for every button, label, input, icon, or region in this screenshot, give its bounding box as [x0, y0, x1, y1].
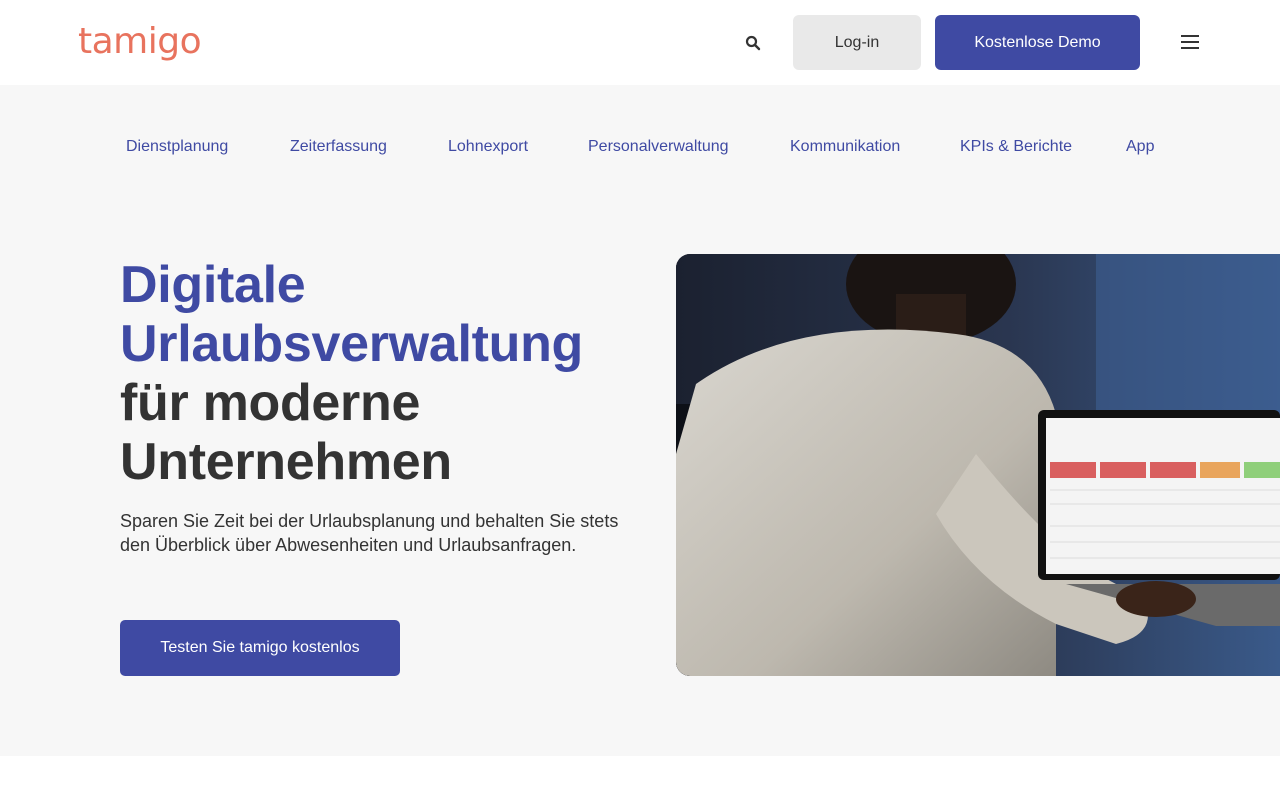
feature-subnav: Dienstplanung Zeiterfassung Lohnexport P… [0, 138, 1280, 160]
hamburger-menu-icon[interactable] [1176, 28, 1204, 56]
subnav-item-app[interactable]: App [1126, 138, 1154, 156]
subnav-item-kommunikation[interactable]: Kommunikation [790, 138, 900, 156]
title-accent-line-1: Digitale [120, 256, 306, 314]
subnav-item-lohnexport[interactable]: Lohnexport [448, 138, 528, 156]
search-icon [745, 35, 761, 51]
search-button[interactable] [738, 28, 768, 58]
site-header: tamigo Log-in Kostenlose Demo [0, 0, 1280, 85]
subnav-item-personalverwaltung[interactable]: Personalverwaltung [588, 138, 729, 156]
subnav-item-kpis-berichte[interactable]: KPIs & Berichte [960, 138, 1072, 156]
subnav-item-dienstplanung[interactable]: Dienstplanung [126, 138, 228, 156]
title-accent-line-2: Urlaubsverwaltung [120, 315, 584, 373]
hero-photo [676, 254, 1280, 676]
page-title: Digitale Urlaubsverwaltung für moderne U… [120, 256, 640, 492]
tamigo-logo[interactable]: tamigo [78, 20, 202, 64]
login-button[interactable]: Log-in [793, 15, 921, 70]
title-line-3: für moderne [120, 374, 421, 432]
subnav-item-zeiterfassung[interactable]: Zeiterfassung [290, 138, 387, 156]
title-line-4: Unternehmen [120, 433, 452, 491]
free-demo-button[interactable]: Kostenlose Demo [935, 15, 1140, 70]
hero-lead-text: Sparen Sie Zeit bei der Urlaubsplanung u… [120, 511, 619, 555]
try-free-button[interactable]: Testen Sie tamigo kostenlos [120, 620, 400, 676]
